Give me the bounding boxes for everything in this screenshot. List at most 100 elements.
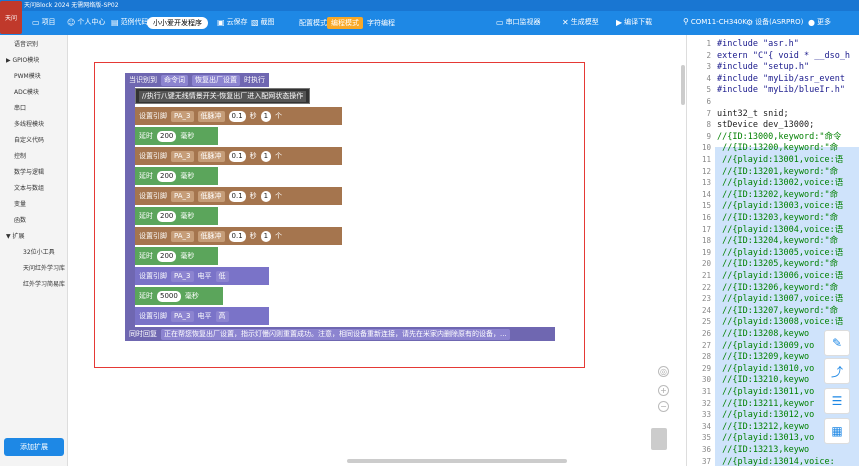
category-item[interactable]: 32位小工具: [0, 245, 67, 261]
category-item[interactable]: ▶ GPIO模块: [0, 53, 67, 69]
duration-field[interactable]: 0.1: [228, 110, 246, 122]
screenshot-button[interactable]: ▧ 截图: [251, 17, 275, 27]
pin-dropdown[interactable]: PA_3: [171, 190, 194, 202]
more-button[interactable]: ● 更多: [808, 17, 831, 27]
examples-button[interactable]: ▤ 范例代码: [111, 17, 149, 27]
line-number: 18: [701, 236, 711, 246]
comment-block[interactable]: //执行八键无线情景开关-恢复出厂进入配网状态操作: [135, 88, 311, 104]
count-field[interactable]: 1: [260, 230, 272, 242]
project-button[interactable]: ▭ 项目: [32, 17, 56, 27]
category-item[interactable]: 控制: [0, 149, 67, 165]
share-icon[interactable]: ⤴: [824, 358, 850, 384]
delay-block[interactable]: 延时 5000 毫秒: [135, 287, 223, 305]
horizontal-scrollbar[interactable]: [347, 459, 567, 463]
category-item[interactable]: ADC模块: [0, 85, 67, 101]
delay-block[interactable]: 延时 200 毫秒: [135, 207, 218, 225]
keyword-dropdown[interactable]: 恢复出厂设置: [192, 74, 240, 86]
code-text: #include "setup.h": [717, 62, 810, 73]
pin-dropdown[interactable]: PA_3: [171, 150, 194, 162]
duration-field[interactable]: 0.1: [228, 190, 246, 202]
category-item[interactable]: 函数: [0, 213, 67, 229]
zoom-out-icon[interactable]: −: [658, 401, 669, 412]
graphic-mode-button[interactable]: 编程模式: [327, 17, 363, 29]
delay-block[interactable]: 延时 200 毫秒: [135, 247, 218, 265]
category-item[interactable]: PWM模块: [0, 69, 67, 85]
pulse-type-dropdown[interactable]: 低脉冲: [197, 150, 225, 162]
category-item[interactable]: 变量: [0, 197, 67, 213]
add-extension-button[interactable]: 添加扩展: [4, 438, 64, 456]
pin-dropdown[interactable]: PA_3: [171, 310, 194, 322]
delay-field[interactable]: 200: [157, 250, 177, 262]
set-pin-level-block[interactable]: 设置引脚 PA_3 电平 高: [135, 307, 269, 325]
speech-event-block[interactable]: 当识别到 命令词 恢复出厂设置 时执行: [125, 73, 269, 87]
block-workspace[interactable]: 当识别到 命令词 恢复出厂设置 时执行 //执行八键无线情景开关-恢复出厂进入配…: [69, 35, 685, 466]
serial-monitor-button[interactable]: ▭ 串口监视器: [496, 17, 541, 27]
personal-center-button[interactable]: ☺ 个人中心: [67, 17, 105, 27]
recenter-icon[interactable]: ◎: [658, 366, 669, 377]
count-field[interactable]: 1: [260, 190, 272, 202]
set-pin-pulse-block[interactable]: 设置引脚 PA_3 低脉冲 0.1 秒 1 个: [135, 147, 342, 165]
pulse-type-dropdown[interactable]: 低脉冲: [197, 230, 225, 242]
category-item[interactable]: 语音识别: [0, 37, 67, 53]
category-item[interactable]: 红外学习简易库: [0, 277, 67, 293]
line-number: 5: [706, 85, 711, 95]
trash-icon[interactable]: [651, 428, 667, 450]
reply-text-field[interactable]: 正在帮您恢复出厂设置，指示灯慢闪则重置成功。注意，相同设备重新连接，请先在米家内…: [161, 328, 510, 340]
pin-dropdown[interactable]: PA_3: [171, 270, 194, 282]
generate-model-button[interactable]: ✕ 生成模型: [562, 17, 599, 27]
pin-dropdown[interactable]: PA_3: [171, 110, 194, 122]
code-text: //{ID:13204,keyword:"命: [717, 236, 839, 247]
pin-dropdown[interactable]: PA_3: [171, 230, 194, 242]
reply-block[interactable]: 同时回复 正在帮您恢复出厂设置，指示灯慢闪则重置成功。注意，相同设备重新连接，请…: [125, 327, 555, 341]
category-item[interactable]: 文本与数组: [0, 181, 67, 197]
duration-field[interactable]: 0.1: [228, 150, 246, 162]
duration-field[interactable]: 0.1: [228, 230, 246, 242]
category-item[interactable]: 天问红外学习库: [0, 261, 67, 277]
miniprogram-button[interactable]: 小小爱开发程序: [147, 17, 208, 29]
category-item[interactable]: 多线程模块: [0, 117, 67, 133]
code-text: //{playid:13004,voice:语: [717, 224, 844, 235]
keyword-type-dropdown[interactable]: 命令词: [161, 74, 188, 86]
config-mode-button[interactable]: 配置模式: [295, 17, 331, 29]
pulse-type-dropdown[interactable]: 低脉冲: [197, 110, 225, 122]
line-number: 17: [701, 224, 711, 234]
device-select[interactable]: ⚙ 设备(ASRPRO): [746, 17, 803, 27]
delay-block[interactable]: 延时 200 毫秒: [135, 167, 218, 185]
delay-block[interactable]: 延时 200 毫秒: [135, 127, 218, 145]
delay-field[interactable]: 5000: [157, 290, 181, 302]
set-pin-pulse-block[interactable]: 设置引脚 PA_3 低脉冲 0.1 秒 1 个: [135, 107, 342, 125]
delay-field[interactable]: 200: [157, 210, 177, 222]
comment-text[interactable]: //执行八键无线情景开关-恢复出厂进入配网状态操作: [139, 90, 307, 102]
code-text: //{playid:13006,voice:语: [717, 271, 844, 281]
port-select[interactable]: ⚲ COM11-CH340K: [683, 17, 747, 26]
category-item[interactable]: 自定义代码: [0, 133, 67, 149]
vertical-scrollbar[interactable]: [681, 65, 685, 105]
line-number: 28: [701, 352, 711, 362]
delay-field[interactable]: 200: [157, 170, 177, 182]
delay-field[interactable]: 200: [157, 130, 177, 142]
code-text: //{ID:13207,keyword:"命: [717, 305, 839, 316]
cloud-save-button[interactable]: ▣ 云保存: [217, 17, 248, 27]
level-dropdown[interactable]: 高: [215, 310, 229, 322]
set-pin-level-block[interactable]: 设置引脚 PA_3 电平 低: [135, 267, 269, 285]
count-field[interactable]: 1: [260, 150, 272, 162]
notes-icon[interactable]: ☰: [824, 388, 850, 414]
set-pin-pulse-block[interactable]: 设置引脚 PA_3 低脉冲 0.1 秒 1 个: [135, 187, 342, 205]
level-dropdown[interactable]: 低: [215, 270, 229, 282]
code-text: #include "myLib/asr_event: [717, 73, 845, 84]
category-item[interactable]: ▼ 扩展: [0, 229, 67, 245]
line-number: 12: [701, 166, 711, 176]
qr-code-icon[interactable]: ▦: [824, 418, 850, 444]
compile-download-button[interactable]: ▶ 编译下载: [616, 17, 652, 27]
code-line: 28 //{ID:13209,keywo: [687, 351, 809, 363]
count-field[interactable]: 1: [260, 110, 272, 122]
code-text: uint32_t snid;: [717, 108, 789, 119]
zoom-in-icon[interactable]: +: [658, 385, 669, 396]
category-item[interactable]: 数学与逻辑: [0, 165, 67, 181]
category-item[interactable]: 串口: [0, 101, 67, 117]
line-number: 3: [706, 62, 711, 72]
edit-icon[interactable]: ✎: [824, 330, 850, 356]
set-pin-pulse-block[interactable]: 设置引脚 PA_3 低脉冲 0.1 秒 1 个: [135, 227, 342, 245]
char-mode-button[interactable]: 字符编程: [363, 17, 399, 29]
pulse-type-dropdown[interactable]: 低脉冲: [197, 190, 225, 202]
